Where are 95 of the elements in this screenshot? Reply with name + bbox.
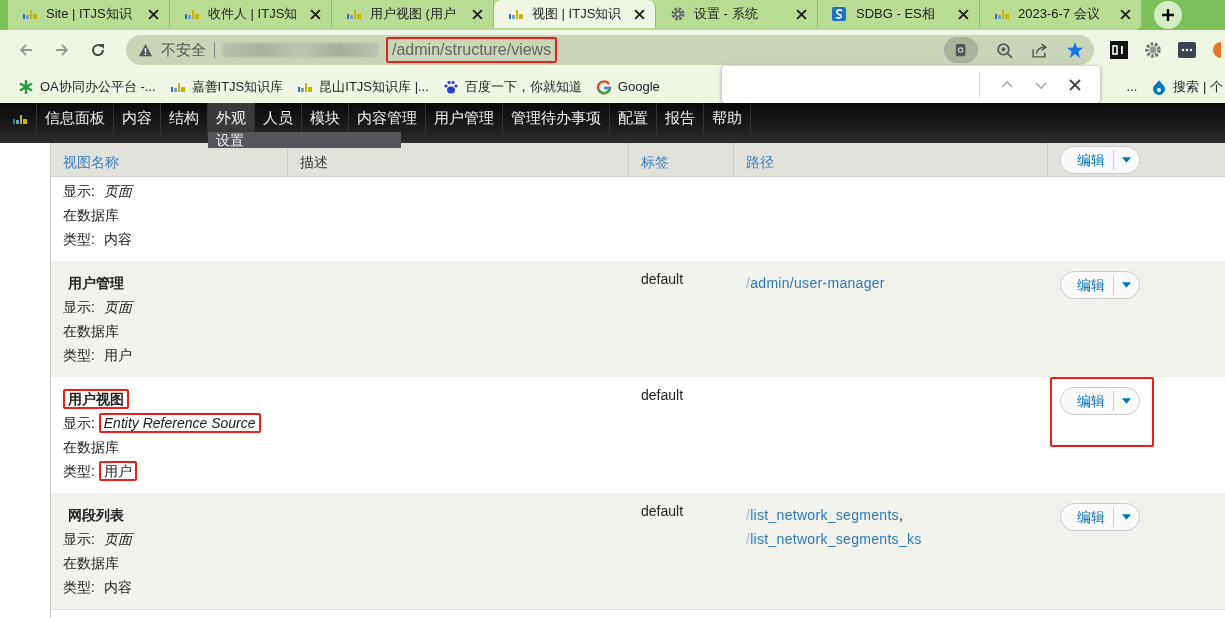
storage-text: 在数据库 — [63, 439, 119, 455]
close-icon[interactable] — [634, 8, 645, 20]
caret-icon[interactable] — [1122, 398, 1131, 404]
new-tab-button[interactable] — [1154, 1, 1182, 29]
close-icon[interactable] — [796, 8, 807, 20]
admin-menu-item[interactable]: 模块 — [302, 103, 348, 136]
browser-tab[interactable]: 设置 - 系统 — [656, 0, 818, 28]
caret-icon[interactable] — [1122, 282, 1131, 288]
type-label: 类型: — [63, 231, 95, 247]
admin-menu-item[interactable]: 报告 — [657, 103, 703, 136]
separator-text: , — [898, 507, 903, 523]
close-icon[interactable] — [310, 8, 321, 20]
bookmark[interactable]: 搜索 | 个 — [1151, 77, 1223, 96]
close-icon[interactable] — [148, 8, 159, 20]
browser-tab[interactable]: 2023-6-7 会议 — [980, 0, 1142, 28]
caret-icon[interactable] — [1122, 156, 1131, 163]
storage-text: 在数据库 — [63, 555, 119, 571]
storage-text: 在数据库 — [63, 323, 119, 339]
admin-menu-item[interactable]: 内容 — [114, 103, 160, 136]
more-icon[interactable] — [1178, 41, 1196, 59]
bookmark[interactable]: 百度一下，你就知道 — [442, 77, 582, 96]
close-icon[interactable] — [958, 8, 969, 20]
share-icon[interactable] — [1031, 41, 1048, 59]
bookmark[interactable]: Google — [595, 78, 660, 95]
plus-icon — [1161, 8, 1175, 22]
column-header[interactable]: 描述 — [300, 154, 328, 172]
display-value: 页面 — [103, 299, 132, 315]
caret-icon[interactable] — [1122, 514, 1131, 520]
lens-icon — [954, 43, 968, 57]
g-icon — [595, 78, 612, 95]
profile-icon[interactable] — [1212, 41, 1221, 59]
edit-button[interactable]: 编辑 — [1060, 145, 1140, 174]
admin-menu-item[interactable]: 用户管理 — [426, 103, 502, 136]
type-value: 用户 — [103, 347, 132, 363]
lens-button[interactable] — [944, 37, 978, 63]
display-label: 显示: — [63, 415, 95, 431]
admin-menu-item[interactable]: 结构 — [161, 103, 207, 136]
type-label: 类型: — [63, 463, 95, 479]
type-label: 类型: — [63, 347, 95, 363]
admin-menu-item[interactable]: 人员 — [255, 103, 301, 136]
browser-tab[interactable]: 视图 | ITJS知识 — [494, 0, 656, 28]
bookmark[interactable]: 昆山ITJS知识库 |... — [297, 77, 429, 96]
gear-icon — [670, 6, 686, 22]
display-value: 页面 — [103, 183, 132, 199]
admin-menu-item[interactable]: 帮助 — [704, 103, 750, 136]
star-icon[interactable] — [1066, 41, 1084, 59]
bookmark[interactable]: OA协同办公平台 -... — [18, 77, 156, 96]
path-link[interactable]: /list_network_segments — [746, 507, 899, 523]
display-label: 显示: — [63, 531, 95, 547]
edit-button[interactable]: 编辑 — [1060, 503, 1140, 531]
type-value: 用户 — [103, 463, 132, 479]
forward-icon[interactable] — [54, 42, 70, 58]
tag-text: default — [641, 503, 684, 519]
browser-tab[interactable]: SDBG - ES相 — [818, 0, 980, 28]
admin-menu-item[interactable]: 信息面板 — [37, 103, 113, 136]
view-name: 用户管理 — [68, 275, 124, 291]
drop-icon — [1151, 78, 1168, 95]
admin-menu-item[interactable]: 内容管理 — [349, 103, 425, 136]
display-value: 页面 — [103, 531, 132, 547]
browser-tab[interactable]: 收件人 | ITJS知 — [170, 0, 332, 28]
close-icon[interactable] — [472, 8, 483, 20]
security-label: 不安全 — [161, 40, 206, 60]
zoom-icon[interactable] — [996, 41, 1013, 59]
display-label: 显示: — [63, 183, 95, 199]
reload-icon[interactable] — [90, 42, 106, 58]
tag-text: default — [641, 387, 684, 403]
type-label: 类型: — [63, 579, 95, 595]
warning-icon — [138, 42, 153, 58]
gear-icon[interactable] — [1144, 41, 1162, 59]
display-label: 显示: — [63, 299, 95, 315]
close-icon[interactable] — [1120, 8, 1131, 20]
url-text: /admin/structure/views — [392, 41, 552, 58]
admin-menu-item[interactable]: 管理待办事项 — [503, 103, 609, 136]
path-link[interactable]: /list_network_segments_ks — [746, 531, 922, 547]
type-value: 内容 — [103, 231, 132, 247]
edit-button[interactable]: 编辑 — [1060, 387, 1140, 415]
paw-icon — [442, 78, 459, 95]
bookmark[interactable]: ... — [1126, 79, 1138, 94]
admin-menu-item[interactable]: 配置 — [610, 103, 656, 136]
type-value: 内容 — [103, 579, 132, 595]
back-icon[interactable] — [18, 42, 34, 58]
view-name: 网段列表 — [68, 507, 124, 523]
close-icon[interactable] — [1068, 77, 1082, 92]
browser-tab[interactable]: Site | ITJS知识 — [8, 0, 170, 28]
s-icon — [832, 6, 848, 22]
view-name: 用户视图 — [68, 391, 124, 407]
edit-button[interactable]: 编辑 — [1060, 271, 1140, 299]
counter-icon[interactable] — [1110, 41, 1128, 59]
snowflake-icon — [18, 78, 34, 95]
tag-text: default — [641, 271, 684, 287]
address-bar[interactable]: 不安全 /admin/structure/views — [126, 35, 1094, 65]
path-link[interactable]: /admin/user-manager — [746, 275, 885, 291]
bookmark[interactable]: 嘉善ITJS知识库 — [169, 77, 284, 96]
display-value: Entity Reference Source — [103, 415, 256, 431]
storage-text: 在数据库 — [63, 207, 119, 223]
